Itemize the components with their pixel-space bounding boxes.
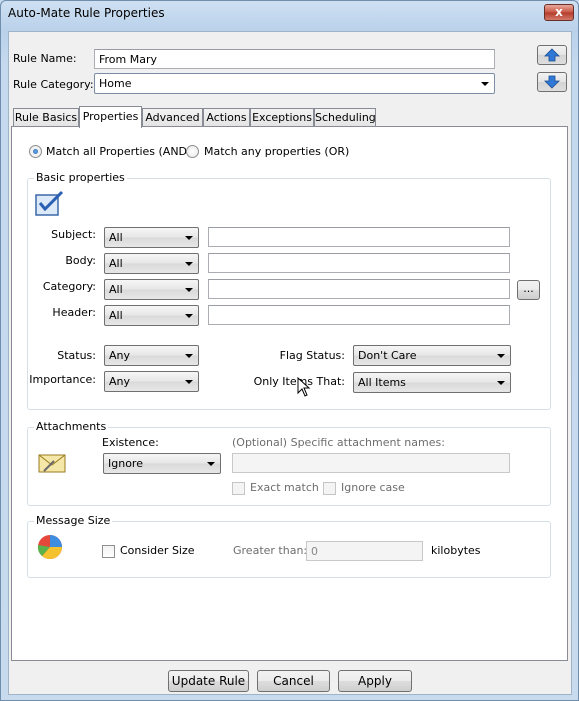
attachment-envelope-icon [38, 454, 66, 473]
match-all-radio[interactable] [29, 145, 42, 158]
checklist-icon [35, 190, 64, 216]
chevron-down-icon [185, 380, 193, 384]
chevron-down-icon [185, 288, 193, 292]
body-input[interactable] [208, 253, 510, 273]
header-label: Header: [52, 306, 96, 319]
chevron-down-icon [185, 262, 193, 266]
chevron-down-icon [497, 354, 505, 358]
importance-label: Importance: [29, 373, 96, 386]
rule-name-label: Rule Name: [13, 52, 77, 65]
window-title: Auto-Mate Rule Properties [8, 6, 165, 20]
existence-value: Ignore [108, 457, 143, 470]
tab-properties[interactable]: Properties [79, 106, 142, 128]
arrow-down-icon [544, 75, 560, 89]
flag-status-value: Don't Care [358, 349, 417, 362]
category-input[interactable] [208, 279, 510, 299]
ignore-case-checkbox[interactable] [323, 482, 336, 495]
move-up-button[interactable] [537, 45, 567, 65]
properties-panel: Match all Properties (AND) Match any pro… [11, 126, 568, 661]
subject-input[interactable] [208, 227, 510, 247]
header-mode-value: All [109, 309, 123, 322]
dialog-window: Auto-Mate Rule Properties x Rule Name: F… [0, 0, 579, 701]
basic-properties-title: Basic properties [34, 171, 127, 184]
tab-rule-basics[interactable]: Rule Basics [13, 108, 79, 127]
greater-than-label: Greater than: [233, 544, 308, 557]
flag-status-label: Flag Status: [279, 349, 345, 362]
existence-select[interactable]: Ignore [103, 453, 221, 474]
chevron-down-icon [497, 381, 505, 385]
body-label: Body: [65, 254, 96, 267]
category-browse-button[interactable]: ... [517, 280, 540, 300]
cancel-button[interactable]: Cancel [257, 670, 330, 692]
tab-advanced[interactable]: Advanced [142, 108, 203, 127]
match-any-radio[interactable] [186, 145, 199, 158]
tab-scheduling[interactable]: Scheduling [314, 108, 376, 127]
message-size-title: Message Size [34, 514, 113, 527]
body-mode-value: All [109, 257, 123, 270]
chevron-down-icon [185, 354, 193, 358]
match-all-label: Match all Properties (AND) [46, 145, 192, 158]
category-label: Category: [42, 280, 96, 293]
greater-than-input[interactable]: 0 [306, 541, 423, 561]
arrow-up-icon [544, 48, 560, 62]
only-items-value: All Items [358, 376, 406, 389]
status-label: Status: [57, 349, 96, 362]
flag-status-select[interactable]: Don't Care [353, 345, 511, 366]
exact-match-checkbox[interactable] [232, 482, 245, 495]
chevron-down-icon [185, 314, 193, 318]
attachment-names-input[interactable] [232, 453, 510, 473]
mouse-cursor-icon [297, 377, 311, 397]
existence-label: Existence: [102, 436, 159, 449]
subject-label: Subject: [51, 228, 96, 241]
status-select[interactable]: Any [104, 345, 199, 366]
update-rule-button[interactable]: Update Rule [168, 670, 249, 692]
chevron-down-icon [481, 82, 489, 86]
pie-chart-icon [37, 535, 63, 560]
body-mode-select[interactable]: All [104, 253, 199, 274]
match-any-label: Match any properties (OR) [204, 145, 350, 158]
chevron-down-icon [207, 462, 215, 466]
category-mode-select[interactable]: All [104, 279, 199, 300]
ignore-case-label: Ignore case [341, 481, 405, 494]
consider-size-checkbox[interactable] [102, 545, 115, 558]
header-mode-select[interactable]: All [104, 305, 199, 326]
rule-category-select[interactable]: Home [94, 73, 495, 94]
apply-button[interactable]: Apply [338, 670, 412, 692]
tab-actions[interactable]: Actions [203, 108, 250, 127]
close-button[interactable]: x [544, 4, 574, 21]
dialog-client: Rule Name: From Mary Rule Category: Home… [8, 31, 572, 695]
rule-category-label: Rule Category: [13, 78, 94, 91]
header-input[interactable] [208, 305, 510, 325]
tab-exceptions[interactable]: Exceptions [250, 108, 314, 127]
category-mode-value: All [109, 283, 123, 296]
attachments-title: Attachments [34, 420, 109, 433]
subject-mode-value: All [109, 231, 123, 244]
kilobytes-label: kilobytes [431, 544, 481, 557]
subject-mode-select[interactable]: All [104, 227, 199, 248]
rule-name-input[interactable]: From Mary [94, 49, 495, 69]
only-items-select[interactable]: All Items [353, 372, 511, 393]
exact-match-label: Exact match [250, 481, 319, 494]
consider-size-label: Consider Size [120, 544, 195, 557]
attachment-names-label: (Optional) Specific attachment names: [232, 436, 445, 449]
importance-select[interactable]: Any [104, 371, 199, 392]
only-items-label: Only Items That: [253, 375, 345, 388]
status-value: Any [109, 349, 131, 362]
rule-category-value: Home [99, 77, 132, 90]
move-down-button[interactable] [537, 72, 567, 92]
importance-value: Any [109, 375, 131, 388]
close-icon: x [555, 5, 563, 19]
title-bar[interactable]: Auto-Mate Rule Properties x [1, 1, 578, 25]
chevron-down-icon [185, 236, 193, 240]
